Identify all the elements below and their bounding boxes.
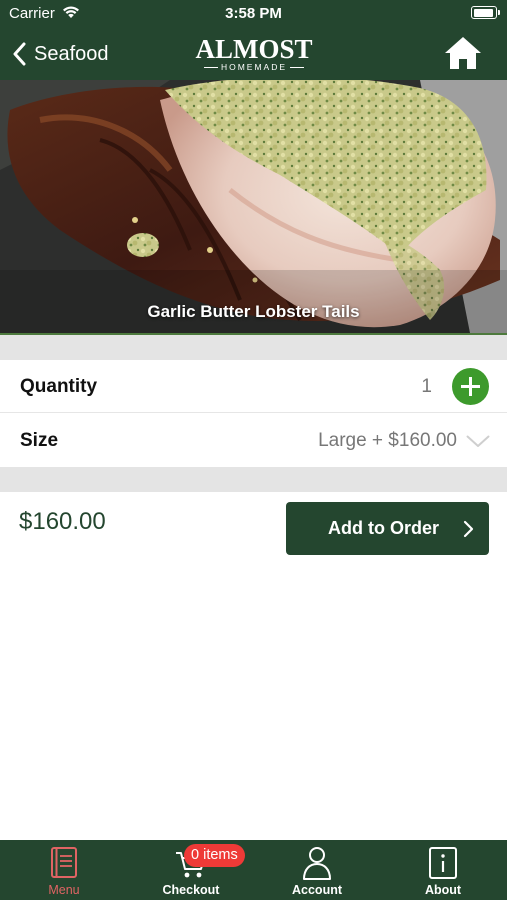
- tab-account-label: Account: [292, 883, 342, 897]
- tab-checkout[interactable]: 0 items Checkout: [128, 840, 254, 900]
- quantity-row: Quantity 1: [0, 360, 507, 413]
- dish-title: Garlic Butter Lobster Tails: [147, 302, 360, 321]
- section-spacer: [0, 335, 507, 360]
- total-price: $160.00: [19, 508, 106, 535]
- chevron-left-icon: [13, 42, 26, 66]
- add-to-order-button[interactable]: Add to Order: [286, 502, 489, 555]
- chevron-down-icon: [466, 435, 490, 447]
- size-label: Size: [20, 430, 59, 451]
- quantity-label: Quantity: [20, 376, 98, 397]
- lobster-photo: [0, 80, 507, 333]
- tab-menu[interactable]: Menu: [1, 840, 127, 900]
- battery-icon: [471, 6, 500, 19]
- tab-bar: Menu 0 items Checkout Account About: [0, 840, 507, 900]
- increase-quantity-button[interactable]: [452, 368, 489, 405]
- back-button[interactable]: Seafood: [12, 37, 109, 71]
- nav-bar: Seafood ALMOST HOMEMADE: [0, 28, 507, 80]
- size-selector[interactable]: Size Large + $160.00: [0, 414, 507, 467]
- tab-account[interactable]: Account: [254, 840, 380, 900]
- tab-menu-label: Menu: [48, 883, 80, 897]
- clock: 3:58 PM: [225, 5, 282, 22]
- quantity-value: 1: [421, 376, 432, 397]
- dish-photo: Garlic Butter Lobster Tails: [0, 80, 507, 335]
- add-to-order-label: Add to Order: [328, 518, 439, 538]
- home-icon[interactable]: [444, 35, 482, 71]
- back-label: Seafood: [34, 42, 109, 65]
- tab-about-label: About: [424, 883, 462, 897]
- tab-about[interactable]: About: [380, 840, 506, 900]
- cart-count-badge: 0 items: [184, 844, 245, 867]
- logo-sub-text: HOMEMADE: [220, 62, 288, 72]
- status-bar: Carrier 3:58 PM: [0, 0, 507, 28]
- brand-logo: ALMOST HOMEMADE: [195, 36, 313, 72]
- tab-checkout-label: Checkout: [162, 883, 220, 897]
- size-value: Large + $160.00: [318, 430, 457, 451]
- logo-main-text: ALMOST: [195, 34, 313, 64]
- chevron-right-icon: [463, 520, 474, 538]
- section-spacer: [0, 467, 507, 492]
- person-icon: [303, 847, 331, 880]
- info-icon: [429, 847, 457, 879]
- menu-book-icon: [51, 847, 77, 878]
